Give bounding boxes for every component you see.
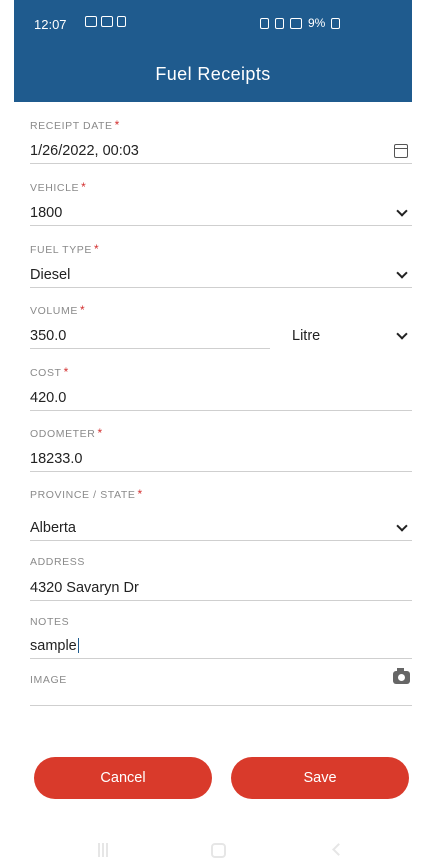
chevron-down-icon <box>396 328 408 340</box>
receipt-date-input[interactable]: 1/26/2022, 00:03 <box>30 138 412 164</box>
image-picker[interactable] <box>30 665 412 689</box>
battery-percent: 9% <box>308 16 326 30</box>
province-select[interactable]: Alberta <box>30 515 412 541</box>
odometer-value: 18233.0 <box>30 450 83 467</box>
cost-field: COST * 420.0 <box>30 365 412 411</box>
required-marker: * <box>97 426 103 440</box>
receipt-date-field: RECEIPT DATE * 1/26/2022, 00:03 <box>30 118 412 164</box>
fuel-type-field: FUEL TYPE * Diesel <box>30 242 412 288</box>
required-marker: * <box>114 118 120 132</box>
chevron-down-icon <box>396 519 408 532</box>
notification-icons <box>85 16 126 27</box>
home-icon[interactable] <box>211 843 226 858</box>
volume-label: VOLUME <box>30 305 78 317</box>
address-input[interactable]: 4320 Savaryn Dr <box>30 575 412 601</box>
text-cursor <box>77 638 79 654</box>
chevron-down-icon <box>396 204 408 217</box>
camera-icon[interactable] <box>393 667 410 684</box>
status-time: 12:07 <box>34 17 67 32</box>
app-header: 12:07 9% Fuel Receipts <box>14 0 412 102</box>
notes-field: NOTES sample <box>30 615 412 659</box>
required-marker: * <box>137 487 143 501</box>
address-field: ADDRESS 4320 Savaryn Dr <box>30 555 412 601</box>
image-field: IMAGE <box>30 667 412 706</box>
chevron-down-icon <box>396 266 408 279</box>
save-button[interactable]: Save <box>231 757 409 799</box>
fuel-type-value: Diesel <box>30 266 71 283</box>
odometer-label: ODOMETER <box>30 428 96 440</box>
required-marker: * <box>81 180 87 194</box>
receipt-date-label: RECEIPT DATE <box>30 120 113 132</box>
wifi-icon <box>290 17 302 29</box>
fuel-type-label: FUEL TYPE <box>30 244 93 256</box>
system-icons: 9% <box>260 16 341 30</box>
odometer-input[interactable]: 18233.0 <box>30 446 412 472</box>
address-label: ADDRESS <box>30 556 85 568</box>
recent-apps-icon[interactable] <box>98 843 110 857</box>
cost-input[interactable]: 420.0 <box>30 385 412 411</box>
calendar-icon[interactable] <box>394 143 408 158</box>
fuel-type-select[interactable]: Diesel <box>30 262 412 288</box>
volume-unit-value: Litre <box>292 328 321 344</box>
province-value: Alberta <box>30 519 76 536</box>
mail-icon <box>85 16 97 27</box>
vehicle-select[interactable]: 1800 <box>30 200 412 226</box>
volume-field: VOLUME * 350.0 Litre <box>30 303 412 349</box>
notes-value: sample <box>30 637 77 654</box>
sim-icon <box>117 16 126 27</box>
notes-input[interactable]: sample <box>30 633 412 659</box>
address-value: 4320 Savaryn Dr <box>30 579 139 596</box>
odometer-field: ODOMETER * 18233.0 <box>30 426 412 472</box>
volume-unit-select[interactable]: Litre <box>292 323 412 349</box>
battery-icon <box>331 17 341 29</box>
volume-value: 350.0 <box>30 327 67 344</box>
mute-icon <box>260 17 269 29</box>
vehicle-value: 1800 <box>30 204 63 221</box>
cost-label: COST <box>30 367 62 379</box>
province-field: PROVINCE / STATE * Alberta <box>30 487 412 541</box>
cost-value: 420.0 <box>30 389 67 406</box>
location-icon <box>275 17 284 29</box>
notes-label: NOTES <box>30 616 70 628</box>
cancel-button[interactable]: Cancel <box>34 757 212 799</box>
vehicle-field: VEHICLE * 1800 <box>30 180 412 226</box>
required-marker: * <box>63 365 69 379</box>
system-nav-bar <box>0 838 425 867</box>
back-icon[interactable] <box>332 843 345 856</box>
vehicle-label: VEHICLE <box>30 182 80 194</box>
gallery-icon <box>101 16 113 27</box>
province-label: PROVINCE / STATE <box>30 489 136 501</box>
required-marker: * <box>79 303 86 317</box>
volume-input[interactable]: 350.0 <box>30 323 270 349</box>
status-bar: 12:07 9% <box>14 14 412 34</box>
receipt-date-value: 1/26/2022, 00:03 <box>30 142 139 159</box>
required-marker: * <box>94 242 100 256</box>
page-title: Fuel Receipts <box>155 64 271 84</box>
image-divider <box>30 705 412 706</box>
